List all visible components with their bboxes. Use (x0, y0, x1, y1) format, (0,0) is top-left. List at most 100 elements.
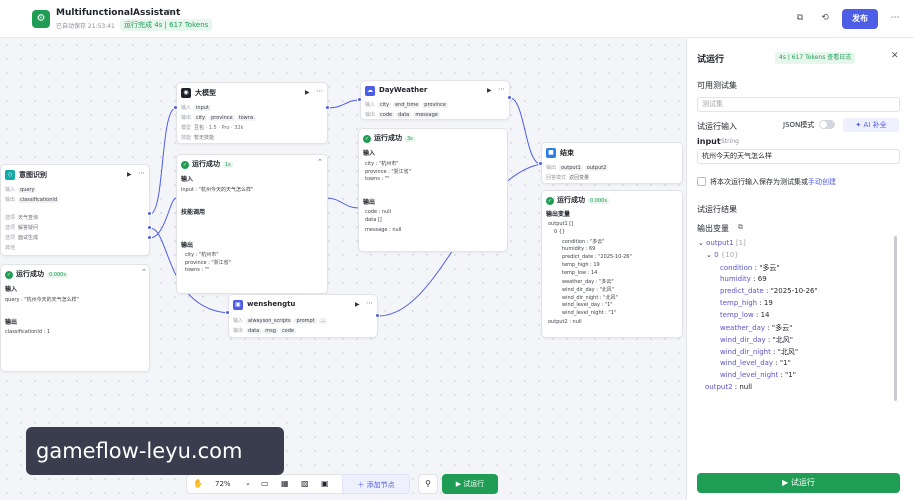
run-node-icon[interactable]: ▶ (487, 87, 492, 94)
publish-button[interactable]: 发布 (842, 9, 878, 29)
comment-icon[interactable]: ▭ (261, 479, 269, 488)
port[interactable] (375, 313, 380, 318)
tree-row: weather_day : "多云" (720, 324, 793, 332)
intent-title: 意图识别 (19, 171, 47, 179)
result-label: 试运行结果 (697, 205, 737, 214)
test-run-button[interactable]: ▶ 试运行 (442, 474, 498, 494)
pointer-icon[interactable]: ✋ (193, 479, 203, 488)
node-menu-icon[interactable]: ⋯ (138, 169, 145, 177)
end-node[interactable]: ■ 结束 输出 output1 output2 回答模式 返回变量 (541, 142, 683, 184)
edge-weather-end (509, 97, 542, 165)
run-status-badge[interactable]: 运行完成 4s | 617 Tokens (120, 19, 213, 31)
panel-run-badge[interactable]: 4s | 617 Tokens 查看日志 (775, 52, 856, 64)
tree-row: wind_dir_day : "北风" (720, 336, 793, 344)
dayweather-title: DayWeather (379, 86, 428, 94)
panel-title: 试运行 (697, 55, 725, 65)
intent-icon: ◇ (5, 170, 15, 180)
watermark: gameflow-leyu.com (26, 427, 284, 475)
app-title: MultifunctionalAssistant (56, 8, 181, 18)
tool-icon[interactable]: ⚲ (418, 474, 438, 494)
image-icon[interactable]: ▨ (301, 479, 309, 488)
port[interactable] (173, 105, 178, 110)
history-icon[interactable]: ⟲ (819, 12, 831, 24)
run-node-icon[interactable]: ▶ (127, 171, 132, 178)
edge-llm-weather2 (326, 197, 359, 209)
end-icon: ■ (546, 148, 556, 158)
collapse-icon[interactable]: ⌃ (141, 268, 147, 276)
zoom-level[interactable]: 72% (215, 480, 231, 488)
intent-node[interactable]: ◇ 意图识别 ▶ ⋯ 输入 query 输出 classificationId 选项… (0, 164, 150, 256)
result-tree: ⌄ output1 [1] ⌄ 0 {10} condition : "多云" … (695, 237, 900, 402)
tree-row[interactable]: ⌄ output1 [1] (698, 239, 746, 247)
run-node-icon[interactable]: ▶ (305, 89, 310, 96)
end-result-card: ✓ 运行成功 0.000s 输出变量 output1 [] 0 {} conditi… (541, 190, 683, 338)
grid-icon[interactable]: ▦ (281, 479, 289, 488)
node-menu-icon[interactable]: ⋯ (316, 87, 323, 95)
json-mode-toggle[interactable] (819, 120, 835, 129)
tree-row: wind_level_night : "1" (720, 371, 796, 379)
json-mode-label: JSON模式 (783, 121, 815, 129)
close-icon[interactable]: ✕ (891, 51, 899, 61)
port[interactable] (538, 161, 543, 166)
end-title: 结束 (560, 149, 574, 157)
llm-node[interactable]: ◉ 大模型 ▶ ⋯ 输入 input 输出 city province towns 模型… (176, 82, 328, 144)
zoom-dropdown-icon[interactable]: ⌄ (245, 479, 251, 487)
llm-title: 大模型 (195, 89, 216, 97)
output-var-label: 输出变量 (697, 224, 729, 233)
panel-run-button[interactable]: ▶ 试运行 (697, 473, 900, 493)
plugin-icon: ☁ (365, 86, 375, 96)
save-testset-checkbox[interactable] (697, 177, 706, 186)
port[interactable] (507, 95, 512, 100)
port[interactable] (147, 235, 152, 240)
top-bar: ⚙ MultifunctionalAssistant ✎ 已自动保存 21:53… (0, 0, 914, 38)
app-icon: ⚙ (32, 10, 50, 28)
more-icon[interactable]: ⋯ (889, 12, 901, 24)
llm-icon: ◉ (181, 88, 191, 98)
test-run-panel: 试运行 4s | 617 Tokens 查看日志 ✕ 可用测试集 测试集 试运行… (686, 38, 914, 500)
autosave-status: 已自动保存 21:53:41 (56, 23, 115, 30)
wenshengtu-title: wenshengtu (247, 300, 296, 308)
manual-create-link[interactable]: 手动创建 (808, 178, 836, 186)
run-node-icon[interactable]: ▶ (355, 301, 360, 308)
input-name: input (697, 137, 721, 146)
tree-row: temp_low : 14 (720, 311, 770, 319)
save-testset-text: 将本次运行输入保存为测试集或手动创建 (710, 178, 836, 186)
minimap-icon[interactable]: ▣ (321, 479, 329, 488)
tree-row: output2 : null (705, 383, 753, 391)
tree-row: humidity : 69 (720, 275, 767, 283)
tree-row[interactable]: ⌄ 0 {10} (706, 251, 739, 259)
edit-icon[interactable]: ✎ (167, 8, 174, 17)
add-node-button[interactable]: ＋ 添加节点 (342, 474, 410, 494)
tree-row: wind_level_day : "1" (720, 359, 791, 367)
port[interactable] (357, 97, 362, 102)
input-type: String (721, 138, 739, 145)
run-input-label: 试运行输入 (697, 122, 737, 131)
node-menu-icon[interactable]: ⋯ (366, 299, 373, 307)
port[interactable] (147, 225, 152, 230)
input-field[interactable]: 杭州今天的天气怎么样 (697, 149, 900, 164)
dayweather-result-card: ✓ 运行成功 3s 输入 city : "杭州市" province : "浙江省"… (358, 128, 508, 252)
tree-row: predict_date : "2025-10-26" (720, 287, 818, 295)
port[interactable] (225, 310, 230, 315)
tree-row: condition : "多云" (720, 264, 780, 272)
ai-fill-button[interactable]: ✦ AI 补全 (843, 118, 899, 132)
canvas-toolbar: ✋ 72% ⌄ ▭ ▦ ▨ ▣ (186, 474, 346, 494)
tree-row: temp_high : 19 (720, 299, 773, 307)
testset-select[interactable]: 测试集 (697, 97, 900, 112)
plugin-icon: ▣ (233, 300, 243, 310)
edge-intent-llm2 (149, 197, 177, 239)
tree-scrollbar[interactable] (894, 236, 897, 401)
copy-icon[interactable]: ⧉ (738, 223, 743, 232)
port[interactable] (147, 211, 152, 216)
dayweather-node[interactable]: ☁ DayWeather ▶ ⋯ 输入 city end_time province … (360, 80, 510, 120)
wenshengtu-node[interactable]: ▣ wenshengtu ▶ ⋯ 输入 alwayson_scripts promp… (228, 294, 378, 338)
edge-llm-weather (326, 99, 361, 109)
testset-label: 可用测试集 (697, 81, 737, 90)
llm-result-card: ✓ 运行成功 1s ⌃ 输入 input : "杭州今天的天气怎么样" 技能调用 输… (176, 154, 328, 294)
port[interactable] (325, 105, 330, 110)
edge-intent-llm (149, 107, 177, 215)
collapse-icon[interactable]: ⌃ (317, 158, 323, 166)
copy-icon[interactable]: ⧉ (794, 12, 806, 24)
node-menu-icon[interactable]: ⋯ (498, 85, 505, 93)
intent-result-card: ✓ 运行成功 0.000s ⌃ 输入 query : "杭州今天的天气怎么样" 输出… (0, 264, 150, 372)
